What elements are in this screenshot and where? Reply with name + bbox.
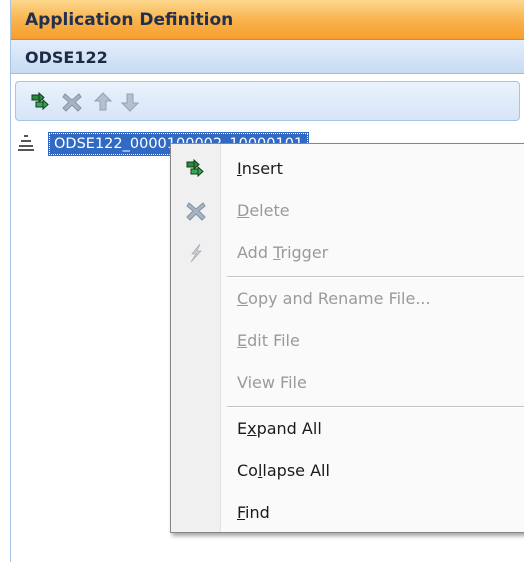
application-header-bar: ODSE122 (11, 40, 524, 74)
menu-item-expand-all[interactable]: Expand All (171, 409, 524, 449)
context-menu: Insert Delete Add Trigger Copy and Renam… (170, 143, 524, 533)
toolbar (15, 81, 520, 121)
menu-item-label: Collapse All (237, 461, 330, 480)
menu-item-find[interactable]: Find (171, 493, 524, 533)
menu-separator (227, 276, 524, 278)
menu-item-insert[interactable]: Insert (171, 149, 524, 189)
insert-arrows-icon (185, 158, 207, 180)
menu-item-label: Add Trigger (237, 243, 329, 262)
arrow-up-icon[interactable] (92, 91, 114, 113)
menu-item-delete[interactable]: Delete (171, 191, 524, 231)
menu-item-label: Copy and Rename File... (237, 289, 431, 308)
menu-item-label: View File (237, 373, 307, 392)
menu-item-edit-file[interactable]: Edit File (171, 321, 524, 361)
panel-title: Application Definition (25, 10, 234, 30)
menu-item-collapse-all[interactable]: Collapse All (171, 451, 524, 491)
panel-title-bar: Application Definition (11, 0, 524, 40)
menu-item-label: Find (237, 503, 270, 522)
menu-item-add-trigger[interactable]: Add Trigger (171, 233, 524, 273)
menu-item-view-file[interactable]: View File (171, 363, 524, 403)
lightning-icon (185, 242, 207, 264)
menu-item-copy-rename-file[interactable]: Copy and Rename File... (171, 279, 524, 319)
menu-item-label: Edit File (237, 331, 300, 350)
application-name: ODSE122 (25, 48, 108, 67)
insert-arrows-icon[interactable] (30, 91, 52, 113)
menu-item-label: Delete (237, 201, 290, 220)
delete-x-icon (185, 200, 207, 222)
arrow-down-icon[interactable] (119, 91, 141, 113)
tree-node-icon (18, 134, 34, 152)
menu-item-label: Expand All (237, 419, 322, 438)
delete-x-icon[interactable] (61, 91, 83, 113)
menu-item-label: Insert (237, 159, 283, 178)
menu-separator (227, 406, 524, 408)
